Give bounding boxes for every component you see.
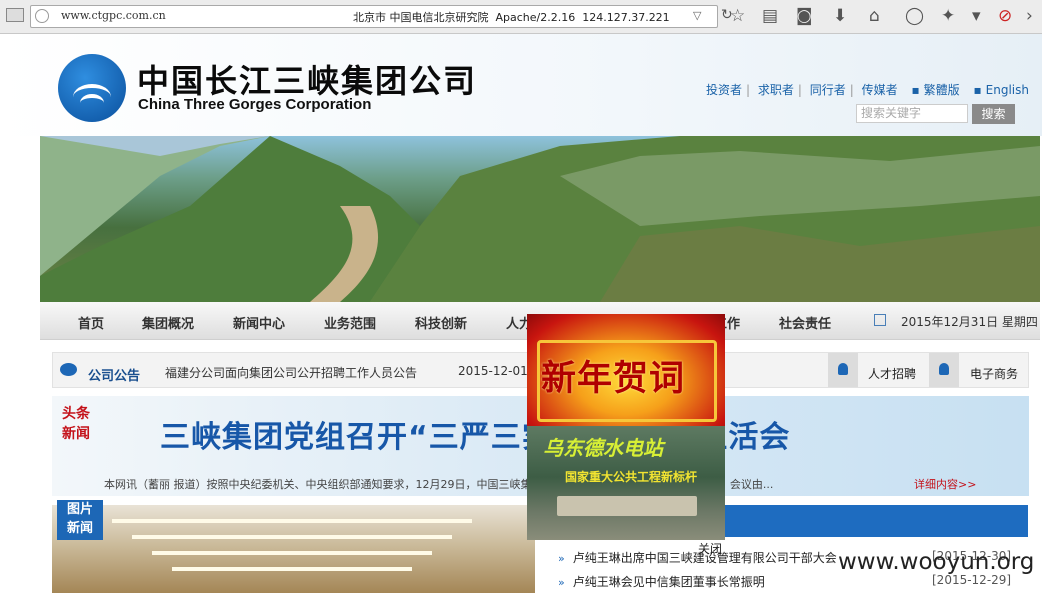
quick-link-recruitment[interactable]: 人才招聘 — [868, 365, 916, 382]
download-icon[interactable]: ⬇ — [833, 6, 847, 26]
audience-links: 投资者 | 求职者 | 同行者 | 传媒者 ▪ 繁體版 ▪ English — [706, 83, 1029, 97]
home-icon[interactable]: ⌂ — [869, 6, 880, 26]
calendar-icon — [874, 314, 886, 326]
overflow-icon[interactable]: › — [1026, 6, 1033, 26]
photo-news-image[interactable] — [52, 505, 535, 593]
recruitment-icon[interactable] — [828, 353, 858, 387]
logo-english-name[interactable]: China Three Gorges Corporation — [138, 96, 371, 113]
block-icon[interactable]: ⊘ — [998, 6, 1012, 26]
nav-social-responsibility[interactable]: 社会责任 — [779, 313, 831, 332]
reading-list-icon[interactable]: ▤ — [762, 6, 778, 26]
menu-arrow-icon[interactable]: ▾ — [972, 6, 981, 26]
dropdown-arrow-icon[interactable]: ▽ — [693, 9, 701, 22]
banner-image — [40, 136, 1040, 302]
quick-link-ecommerce[interactable]: 电子商务 — [970, 365, 1018, 382]
search-button[interactable]: 搜索 — [972, 104, 1015, 124]
link-media[interactable]: 传媒者 — [862, 83, 898, 97]
page-icon — [6, 8, 24, 22]
notice-label: 公司公告 — [88, 369, 141, 384]
greeting-text: 新年贺词 — [541, 359, 686, 399]
extension-icon[interactable]: ✦ — [941, 6, 955, 26]
station-name: 乌东德水电站 — [543, 436, 663, 460]
double-arrow-icon: » — [558, 552, 565, 565]
site-header: 中国长江三峡集团公司 China Three Gorges Corporatio… — [0, 34, 1042, 136]
headline-more-link[interactable]: 详细内容>> — [914, 476, 976, 492]
nav-home[interactable]: 首页 — [78, 313, 104, 332]
new-year-greeting-banner[interactable]: 新年贺词 — [527, 314, 725, 426]
ctg-logo-icon[interactable] — [58, 54, 126, 122]
news-date: [2015-12-29] — [932, 573, 1012, 587]
link-peers[interactable]: 同行者 — [810, 83, 846, 97]
notice-date: 2015-12-01 — [458, 364, 528, 378]
server-info: 北京市 中国电信北京研究院 Apache/2.2.16 124.127.37.2… — [353, 11, 670, 24]
popup-close-link[interactable]: 关闭 — [698, 540, 722, 557]
station-subtitle: 国家重大公共工程新标杆 — [565, 470, 698, 484]
current-date: 2015年12月31日 星期四 — [901, 315, 1038, 329]
notice-link[interactable]: 福建分公司面向集团公司公开招聘工作人员公告 — [165, 364, 417, 381]
browser-toolbar: www.ctgpc.com.cn 北京市 中国电信北京研究院 Apache/2.… — [0, 0, 1042, 34]
dam-image — [557, 496, 697, 516]
address-bar[interactable]: www.ctgpc.com.cn 北京市 中国电信北京研究院 Apache/2.… — [30, 5, 733, 28]
chat-icon[interactable]: ◯ — [905, 6, 924, 26]
watermark: www.wooyun.org — [838, 549, 1035, 575]
link-job-seekers[interactable]: 求职者 — [758, 83, 794, 97]
link-english[interactable]: English — [986, 83, 1029, 97]
search-input[interactable]: 搜索关键字 — [856, 104, 968, 123]
headline-tag: 头条 新闻 — [62, 406, 90, 442]
ecommerce-icon[interactable] — [929, 353, 959, 387]
gorge-landscape — [40, 136, 1040, 302]
link-investors[interactable]: 投资者 — [706, 83, 742, 97]
nav-news-center[interactable]: 新闻中心 — [233, 313, 285, 332]
photo-news-tag: 图片 新闻 — [57, 500, 103, 540]
nav-technology[interactable]: 科技创新 — [415, 313, 467, 332]
address-url[interactable]: www.ctgpc.com.cn — [61, 9, 166, 22]
globe-icon — [35, 9, 49, 23]
hydropower-station-banner[interactable]: 乌东德水电站 国家重大公共工程新标杆 — [527, 426, 725, 540]
list-item[interactable]: » 卢纯王琳会见中信集团董事长常振明 — [558, 573, 765, 590]
nav-group-overview[interactable]: 集团概况 — [142, 313, 194, 332]
speech-bubble-icon — [60, 363, 77, 376]
floating-popup-ad[interactable]: 新年贺词 乌东德水电站 国家重大公共工程新标杆 — [527, 314, 725, 540]
double-arrow-icon: » — [558, 576, 565, 589]
link-traditional-chinese[interactable]: 繁體版 — [924, 83, 960, 97]
nav-business-scope[interactable]: 业务范围 — [324, 313, 376, 332]
bookmark-star-icon[interactable]: ☆ — [730, 6, 745, 26]
pocket-icon[interactable]: ◙ — [796, 6, 813, 26]
